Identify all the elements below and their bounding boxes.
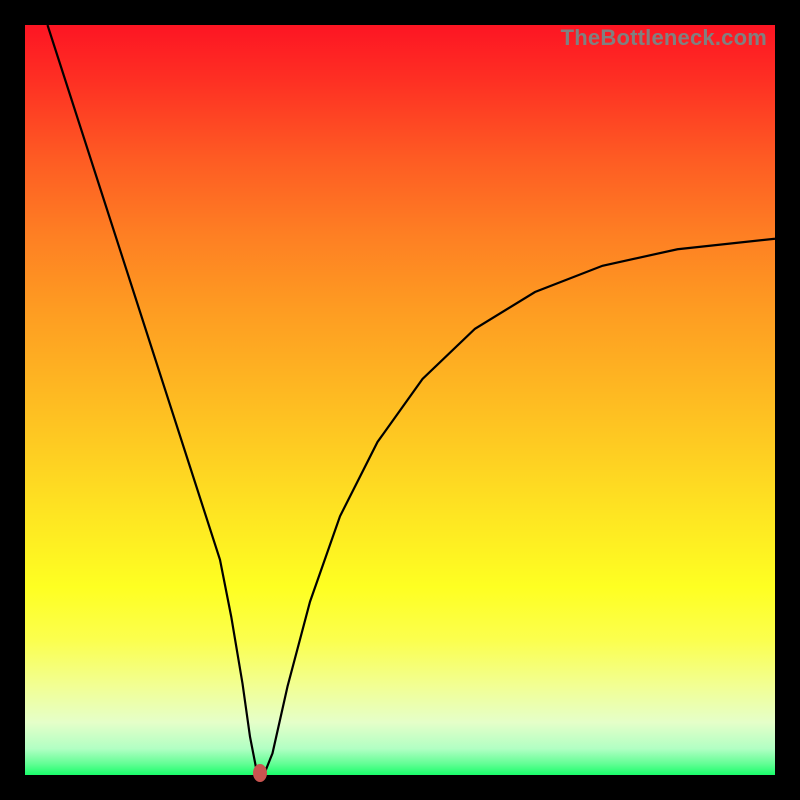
plot-area: TheBottleneck.com <box>25 25 775 775</box>
frame: TheBottleneck.com <box>0 0 800 800</box>
curve-svg <box>25 25 775 775</box>
bottleneck-curve <box>48 25 776 772</box>
optimum-marker <box>253 764 267 782</box>
